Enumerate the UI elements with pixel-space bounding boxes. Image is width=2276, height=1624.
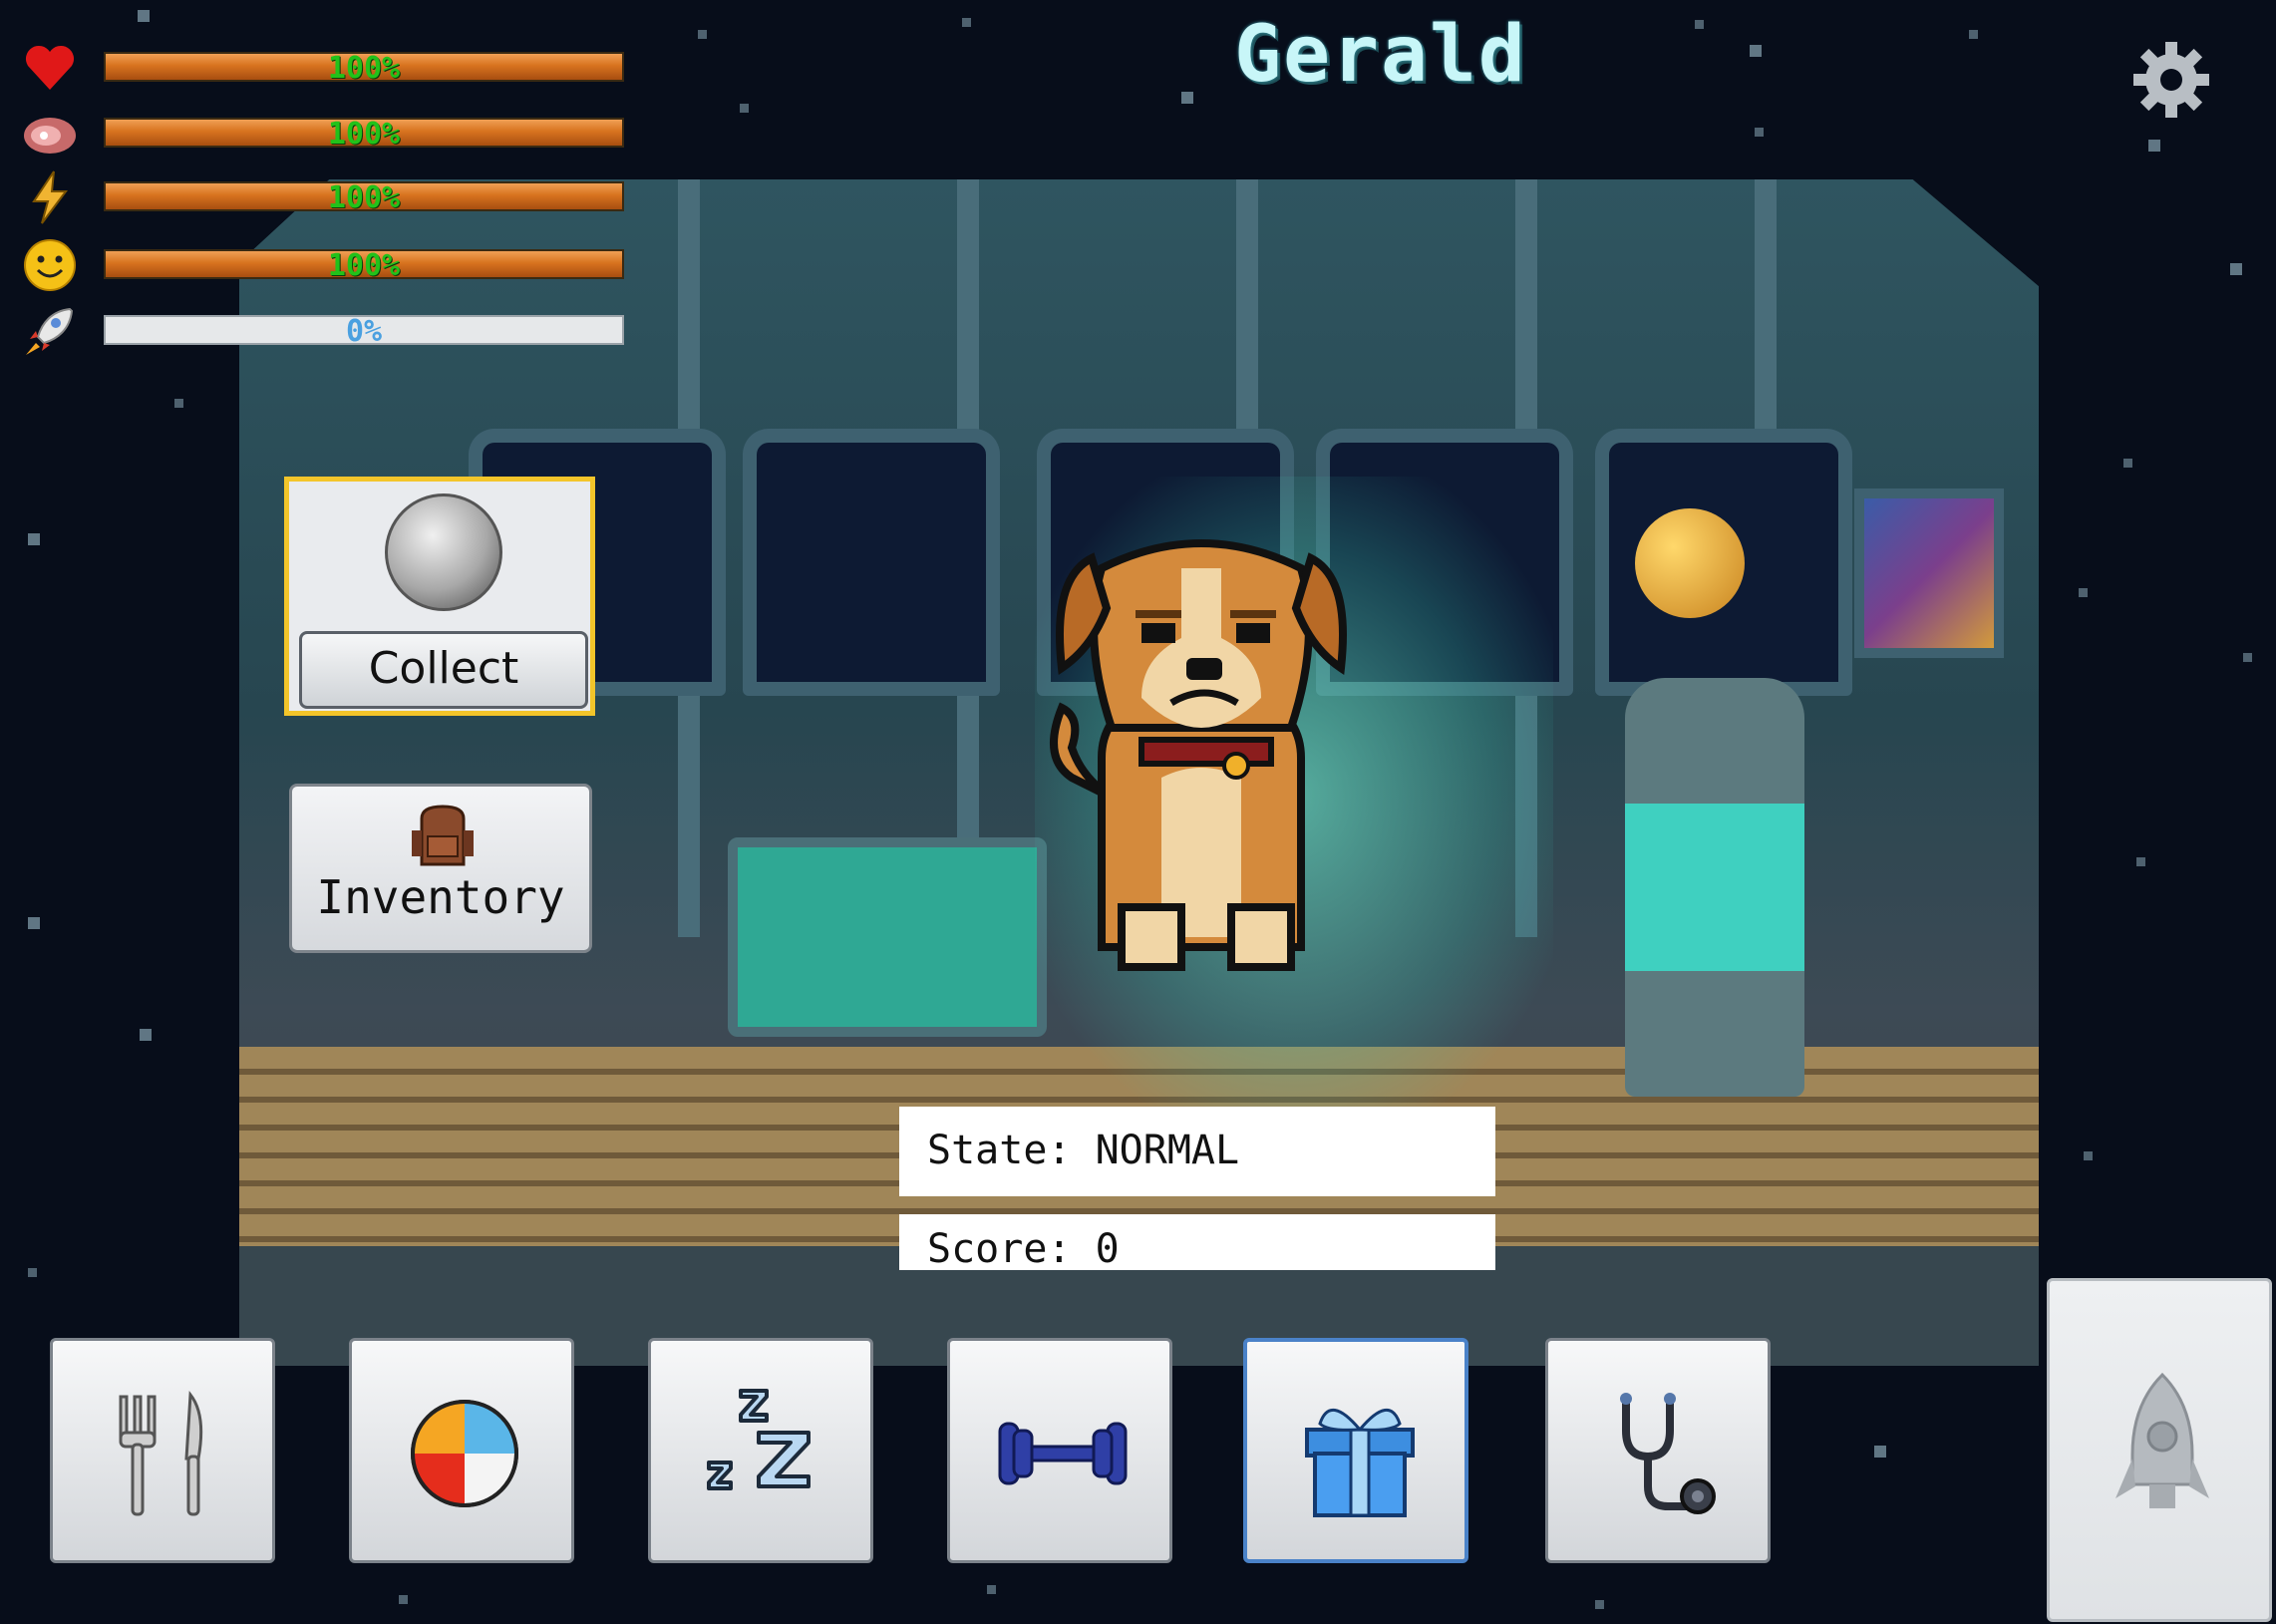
hunger-bar: 100% <box>104 117 624 152</box>
moon-icon <box>385 493 502 611</box>
dog-pet-sprite[interactable] <box>1032 528 1371 987</box>
heal-button[interactable] <box>1545 1338 1771 1563</box>
heart-icon <box>25 45 75 90</box>
stethoscope-icon <box>1620 1393 1716 1514</box>
collect-button[interactable]: Collect <box>299 631 588 709</box>
sleep-button[interactable] <box>648 1338 873 1563</box>
beach-ball-icon <box>411 1400 518 1507</box>
score-label: Score: 0 <box>899 1214 1495 1270</box>
energy-stat: 100% <box>22 169 624 225</box>
health-stat: 100% <box>22 40 624 96</box>
happiness-percent: 100% <box>327 248 401 283</box>
gift-button[interactable] <box>1243 1338 1468 1563</box>
health-bar: 100% <box>104 51 624 86</box>
health-percent: 100% <box>327 51 401 86</box>
lightning-icon <box>32 170 68 224</box>
launch-progress-percent: 0% <box>345 314 383 349</box>
smiley-icon <box>24 239 76 291</box>
state-label: State: NORMAL <box>899 1107 1495 1196</box>
launch-progress-stat: 0% <box>22 303 624 359</box>
happiness-stat: 100% <box>22 237 624 293</box>
hunger-stat: 100% <box>22 106 624 162</box>
fork-knife-icon <box>119 1391 203 1516</box>
gift-icon <box>1305 1408 1415 1517</box>
launch-rocket-button[interactable] <box>2047 1278 2272 1622</box>
feed-button[interactable] <box>50 1338 275 1563</box>
inventory-button[interactable]: Inventory <box>289 784 592 953</box>
play-button[interactable] <box>349 1338 574 1563</box>
energy-percent: 100% <box>327 180 401 215</box>
launch-progress-bar: 0% <box>104 314 624 349</box>
exercise-button[interactable] <box>947 1338 1172 1563</box>
hunger-percent: 100% <box>327 117 401 152</box>
happiness-bar: 100% <box>104 248 624 283</box>
backpack-icon <box>412 805 474 866</box>
collect-panel: Collect <box>284 477 595 716</box>
zzz-icon <box>707 1389 811 1490</box>
rocket-icon <box>26 307 74 355</box>
inventory-label: Inventory <box>316 870 565 924</box>
gear-icon[interactable] <box>2131 40 2211 120</box>
dumbbell-icon <box>998 1422 1128 1485</box>
meat-icon <box>24 118 76 154</box>
energy-bar: 100% <box>104 180 624 215</box>
pet-name-title: Gerald <box>1234 10 1527 100</box>
rocket-icon <box>2115 1372 2209 1508</box>
